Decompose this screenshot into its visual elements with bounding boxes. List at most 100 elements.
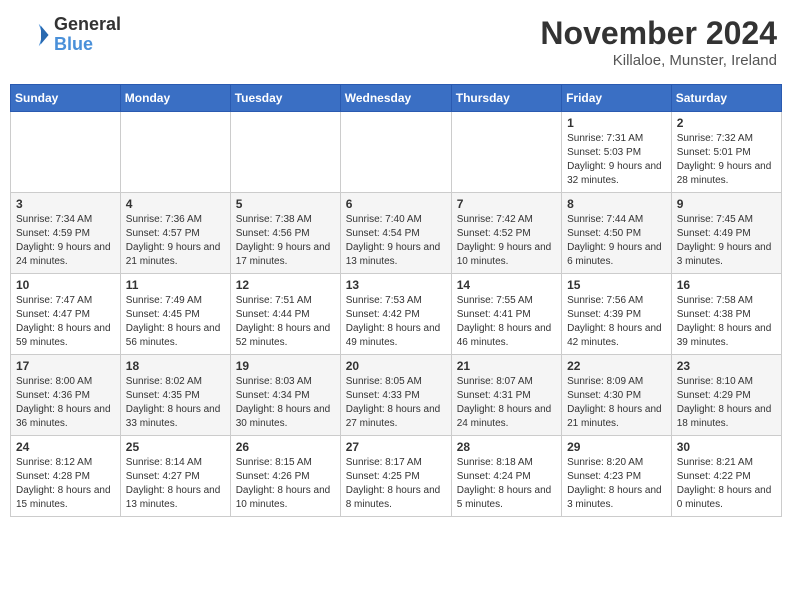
day-number: 22 [567, 359, 666, 373]
day-number: 26 [236, 440, 335, 454]
day-cell: 7 Sunrise: 7:42 AMSunset: 4:52 PMDaylight… [451, 193, 561, 274]
day-number: 29 [567, 440, 666, 454]
day-info: Sunrise: 7:38 AMSunset: 4:56 PMDaylight:… [236, 213, 335, 269]
day-cell: 26Sunrise: 8:15 AMSunset: 4:26 PMDayligh… [230, 436, 340, 517]
day-cell: 24 Sunrise: 8:12 AMSunset: 4:28 PMDayligh… [11, 436, 121, 517]
logo-blue: Blue [54, 35, 121, 55]
day-info: Sunrise: 7:58 AMSunset: 4:38 PMDaylight:… [677, 294, 776, 350]
day-info: Sunrise: 8:17 AMSunset: 4:25 PMDaylight:… [346, 456, 446, 512]
day-number: 2 [677, 116, 776, 130]
day-cell: 29Sunrise: 8:20 AMSunset: 4:23 PMDayligh… [562, 436, 672, 517]
day-info: Sunrise: 8:09 AMSunset: 4:30 PMDaylight:… [567, 375, 666, 431]
weekday-header-sunday: Sunday [11, 85, 121, 112]
day-number: 27 [346, 440, 446, 454]
day-info: Sunrise: 8:21 AMSunset: 4:22 PMDaylight:… [677, 456, 776, 512]
day-number: 30 [677, 440, 776, 454]
day-cell: 22 Sunrise: 8:09 AMSunset: 4:30 PMDayligh… [562, 355, 672, 436]
day-info: Sunrise: 8:12 AMSunset: 4:28 PMDaylight:… [16, 456, 115, 512]
day-number: 25 [126, 440, 225, 454]
day-info: Sunrise: 8:02 AMSunset: 4:35 PMDaylight:… [126, 375, 225, 431]
day-number: 5 [236, 197, 335, 211]
location: Killaloe, Munster, Ireland [540, 52, 777, 69]
weekday-header-row: SundayMondayTuesdayWednesdayThursdayFrid… [11, 85, 782, 112]
calendar: SundayMondayTuesdayWednesdayThursdayFrid… [10, 84, 782, 517]
day-cell: 17 Sunrise: 8:00 AMSunset: 4:36 PMDayligh… [11, 355, 121, 436]
day-info: Sunrise: 7:31 AMSunset: 5:03 PMDaylight:… [567, 132, 666, 188]
day-cell: 25Sunrise: 8:14 AMSunset: 4:27 PMDayligh… [120, 436, 230, 517]
day-number: 20 [346, 359, 446, 373]
day-cell: 9 Sunrise: 7:45 AMSunset: 4:49 PMDaylight… [671, 193, 781, 274]
day-info: Sunrise: 7:36 AMSunset: 4:57 PMDaylight:… [126, 213, 225, 269]
day-info: Sunrise: 7:34 AMSunset: 4:59 PMDaylight:… [16, 213, 115, 269]
weekday-header-monday: Monday [120, 85, 230, 112]
day-info: Sunrise: 7:53 AMSunset: 4:42 PMDaylight:… [346, 294, 446, 350]
day-cell: 11 Sunrise: 7:49 AMSunset: 4:45 PMDayligh… [120, 274, 230, 355]
day-cell [451, 112, 561, 193]
day-cell [340, 112, 451, 193]
day-info: Sunrise: 7:40 AMSunset: 4:54 PMDaylight:… [346, 213, 446, 269]
day-cell: 13Sunrise: 7:53 AMSunset: 4:42 PMDayligh… [340, 274, 451, 355]
day-info: Sunrise: 7:51 AMSunset: 4:44 PMDaylight:… [236, 294, 335, 350]
day-cell: 3 Sunrise: 7:34 AMSunset: 4:59 PMDaylight… [11, 193, 121, 274]
day-info: Sunrise: 8:00 AMSunset: 4:36 PMDaylight:… [16, 375, 115, 431]
day-number: 17 [16, 359, 115, 373]
day-info: Sunrise: 7:47 AMSunset: 4:47 PMDaylight:… [16, 294, 115, 350]
week-row-2: 3 Sunrise: 7:34 AMSunset: 4:59 PMDaylight… [11, 193, 782, 274]
day-info: Sunrise: 8:18 AMSunset: 4:24 PMDaylight:… [457, 456, 556, 512]
day-number: 19 [236, 359, 335, 373]
header: General Blue November 2024 Killaloe, Mun… [10, 10, 782, 74]
day-number: 11 [126, 278, 225, 292]
week-row-4: 17 Sunrise: 8:00 AMSunset: 4:36 PMDayligh… [11, 355, 782, 436]
day-number: 24 [16, 440, 115, 454]
day-number: 10 [16, 278, 115, 292]
day-info: Sunrise: 8:10 AMSunset: 4:29 PMDaylight:… [677, 375, 776, 431]
month-title: November 2024 [540, 15, 777, 52]
weekday-header-tuesday: Tuesday [230, 85, 340, 112]
day-info: Sunrise: 7:32 AMSunset: 5:01 PMDaylight:… [677, 132, 776, 188]
day-cell: 19 Sunrise: 8:03 AMSunset: 4:34 PMDayligh… [230, 355, 340, 436]
day-info: Sunrise: 7:56 AMSunset: 4:39 PMDaylight:… [567, 294, 666, 350]
week-row-3: 10 Sunrise: 7:47 AMSunset: 4:47 PMDayligh… [11, 274, 782, 355]
title-area: November 2024 Killaloe, Munster, Ireland [540, 15, 777, 69]
week-row-5: 24 Sunrise: 8:12 AMSunset: 4:28 PMDayligh… [11, 436, 782, 517]
day-number: 28 [457, 440, 556, 454]
day-cell: 27 Sunrise: 8:17 AMSunset: 4:25 PMDayligh… [340, 436, 451, 517]
day-number: 16 [677, 278, 776, 292]
day-cell: 4 Sunrise: 7:36 AMSunset: 4:57 PMDaylight… [120, 193, 230, 274]
day-cell: 15 Sunrise: 7:56 AMSunset: 4:39 PMDayligh… [562, 274, 672, 355]
day-cell: 18 Sunrise: 8:02 AMSunset: 4:35 PMDayligh… [120, 355, 230, 436]
day-cell: 21Sunrise: 8:07 AMSunset: 4:31 PMDayligh… [451, 355, 561, 436]
day-info: Sunrise: 8:03 AMSunset: 4:34 PMDaylight:… [236, 375, 335, 431]
day-cell: 5 Sunrise: 7:38 AMSunset: 4:56 PMDaylight… [230, 193, 340, 274]
day-cell [11, 112, 121, 193]
day-info: Sunrise: 7:44 AMSunset: 4:50 PMDaylight:… [567, 213, 666, 269]
day-cell: 30 Sunrise: 8:21 AMSunset: 4:22 PMDayligh… [671, 436, 781, 517]
day-number: 6 [346, 197, 446, 211]
day-number: 21 [457, 359, 556, 373]
day-info: Sunrise: 7:42 AMSunset: 4:52 PMDaylight:… [457, 213, 556, 269]
day-number: 9 [677, 197, 776, 211]
day-number: 14 [457, 278, 556, 292]
day-cell [230, 112, 340, 193]
day-number: 15 [567, 278, 666, 292]
day-info: Sunrise: 7:45 AMSunset: 4:49 PMDaylight:… [677, 213, 776, 269]
day-cell: 14 Sunrise: 7:55 AMSunset: 4:41 PMDayligh… [451, 274, 561, 355]
day-cell: 16 Sunrise: 7:58 AMSunset: 4:38 PMDayligh… [671, 274, 781, 355]
day-number: 4 [126, 197, 225, 211]
day-cell: 8Sunrise: 7:44 AMSunset: 4:50 PMDaylight… [562, 193, 672, 274]
day-info: Sunrise: 7:55 AMSunset: 4:41 PMDaylight:… [457, 294, 556, 350]
day-cell [120, 112, 230, 193]
logo-icon [20, 20, 50, 50]
day-cell: 10 Sunrise: 7:47 AMSunset: 4:47 PMDayligh… [11, 274, 121, 355]
day-info: Sunrise: 7:49 AMSunset: 4:45 PMDaylight:… [126, 294, 225, 350]
day-number: 1 [567, 116, 666, 130]
weekday-header-friday: Friday [562, 85, 672, 112]
day-number: 12 [236, 278, 335, 292]
day-number: 18 [126, 359, 225, 373]
day-number: 7 [457, 197, 556, 211]
day-cell: 20Sunrise: 8:05 AMSunset: 4:33 PMDayligh… [340, 355, 451, 436]
day-number: 3 [16, 197, 115, 211]
day-cell: 28 Sunrise: 8:18 AMSunset: 4:24 PMDayligh… [451, 436, 561, 517]
day-cell: 1 Sunrise: 7:31 AMSunset: 5:03 PMDaylight… [562, 112, 672, 193]
week-row-1: 1 Sunrise: 7:31 AMSunset: 5:03 PMDaylight… [11, 112, 782, 193]
